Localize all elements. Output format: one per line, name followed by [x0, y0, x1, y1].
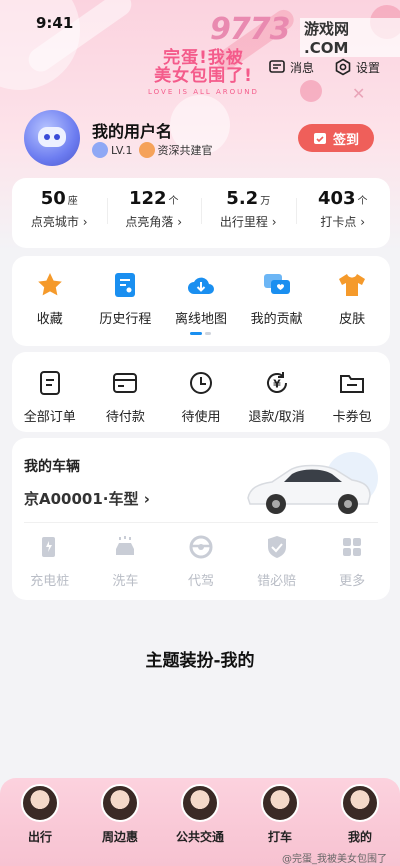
status-time: 9:41 [36, 14, 74, 32]
tshirt-icon [339, 274, 366, 296]
pending-payment-button[interactable]: 待付款 [88, 368, 164, 425]
skin-button[interactable]: 皮肤 [314, 270, 390, 327]
watermark-site: 游戏网 .COM [300, 18, 400, 57]
to-use-button[interactable]: 待使用 [163, 368, 239, 425]
tab-public-transit[interactable]: 公共交通 [160, 778, 240, 866]
avatar[interactable] [24, 110, 80, 166]
contribution-button[interactable]: 我的贡献 [239, 270, 315, 327]
signin-button[interactable]: 签到 [298, 124, 374, 152]
stat-checkins[interactable]: 403 个 打卡点 › [295, 178, 391, 248]
portrait-avatar [181, 784, 219, 822]
crown-icon [92, 142, 108, 158]
designated-driver-button[interactable]: 代驾 [163, 532, 239, 589]
tab-nearby-deals[interactable]: 周边惠 [80, 778, 160, 866]
level-badge[interactable]: LV.1 [92, 142, 133, 158]
page-indicator [190, 332, 211, 335]
compensation-button[interactable]: 错必赔 [239, 532, 315, 589]
shield-check-icon [267, 536, 286, 558]
close-icon[interactable]: ✕ [352, 84, 365, 103]
more-services-button[interactable]: 更多 [314, 532, 390, 589]
favorites-button[interactable]: 收藏 [12, 270, 88, 327]
vehicle-plate[interactable]: 京A00001·车型 › [24, 488, 150, 509]
gear-icon [335, 58, 351, 76]
car-wash-button[interactable]: 洗车 [88, 532, 164, 589]
stat-mileage[interactable]: 5.2 万 出行里程 › [201, 178, 296, 248]
star-icon [37, 273, 62, 296]
badge-row: LV.1 资深共建官 [92, 142, 213, 158]
card-icon [113, 373, 138, 393]
contribution-icon [263, 274, 290, 294]
medal-icon [138, 142, 155, 158]
settings-button[interactable]: 设置 [334, 58, 380, 76]
portrait-avatar [261, 784, 299, 822]
calendar-check-icon [313, 133, 326, 144]
coupon-icon [340, 375, 365, 393]
vehicle-title: 我的车辆 [24, 459, 80, 475]
portrait-avatar [101, 784, 139, 822]
refund-button[interactable]: ¥ 退款/取消 [239, 368, 315, 425]
message-label: 消息 [290, 60, 315, 75]
robot-icon [38, 127, 66, 147]
stat-corners[interactable]: 122 个 点亮角落 › [106, 178, 202, 248]
message-button[interactable]: 消息 [268, 58, 314, 76]
vehicle-services: 充电桩 洗车 代驾 错必赔 更多 [12, 532, 390, 589]
car-wash-icon [116, 536, 135, 555]
portrait-avatar [341, 784, 379, 822]
watermark-bottom: @完蛋_我被美女包围了 [282, 854, 387, 865]
quick-tools-card: 收藏 历史行程 离线地图 我的贡献 皮肤 [12, 256, 390, 346]
svg-text:¥: ¥ [273, 378, 281, 391]
all-orders-button[interactable]: 全部订单 [12, 368, 88, 425]
stats-card: 50 座 点亮城市 › 122 个 点亮角落 › 5.2 万 出行里程 › 403 个 … [12, 178, 390, 248]
theme-title: 主题装扮-我的 [145, 651, 255, 671]
tab-travel[interactable]: 出行 [0, 778, 80, 866]
charging-pile-icon [41, 537, 55, 557]
vehicle-card: 我的车辆 京A00001·车型 › 充电桩 洗车 代驾 错必赔 更多 [12, 438, 390, 600]
grid-more-icon [343, 538, 362, 556]
car-image [247, 452, 378, 514]
order-list-icon [39, 371, 60, 395]
title-badge[interactable]: 资深共建官 [138, 142, 213, 158]
settings-label: 设置 [356, 60, 381, 75]
stat-cities[interactable]: 50 座 点亮城市 › [12, 178, 107, 248]
history-trip-button[interactable]: 历史行程 [88, 270, 164, 327]
offline-map-button[interactable]: 离线地图 [163, 270, 239, 327]
clock-icon [189, 372, 212, 394]
game-banner: 完蛋!我被 美女包围了! LOVE IS ALL AROUND [148, 48, 259, 96]
watermark-logo: 9773 [210, 12, 290, 47]
history-trip-icon [115, 273, 136, 297]
portrait-avatar [21, 784, 59, 822]
refund-icon: ¥ [266, 372, 287, 393]
charging-pile-button[interactable]: 充电桩 [12, 532, 88, 589]
cloud-download-icon [187, 277, 214, 294]
coupon-wallet-button[interactable]: 卡券包 [314, 368, 390, 425]
message-icon [269, 60, 285, 73]
orders-card: 全部订单 待付款 待使用 ¥ 退款/取消 卡券包 [12, 352, 390, 432]
steering-wheel-icon [189, 535, 213, 559]
user-name[interactable]: 我的用户名 [92, 118, 172, 142]
